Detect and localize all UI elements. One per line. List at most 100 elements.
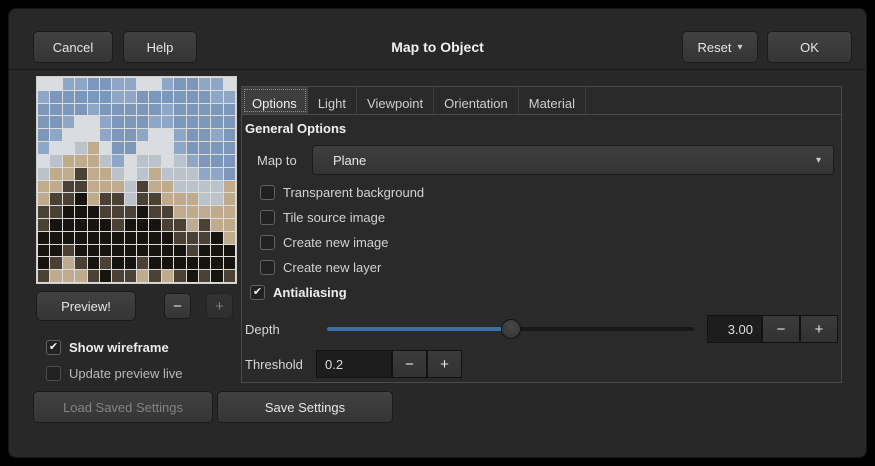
preview-cell <box>125 219 136 231</box>
preview-cell <box>112 104 123 116</box>
transparent-background-checkbox[interactable] <box>260 185 275 200</box>
show-wireframe-label: Show wireframe <box>69 340 169 355</box>
preview-button[interactable]: Preview! <box>36 291 136 321</box>
map-to-dropdown[interactable]: Plane ▾ <box>312 145 834 175</box>
preview-cell <box>38 116 49 128</box>
create-new-layer-checkbox[interactable] <box>260 260 275 275</box>
depth-slider-handle[interactable] <box>501 319 521 339</box>
preview-cell <box>162 245 173 257</box>
preview-cell <box>88 142 99 154</box>
threshold-increment-button[interactable]: + <box>427 350 462 378</box>
preview-cell <box>63 116 74 128</box>
depth-value-field[interactable]: 3.00 <box>707 315 762 343</box>
preview-cell <box>88 91 99 103</box>
transparent-background-row[interactable]: Transparent background <box>260 185 424 200</box>
tile-source-image-row[interactable]: Tile source image <box>260 210 385 225</box>
preview-cell <box>88 245 99 257</box>
preview-cell <box>149 193 160 205</box>
preview-cell <box>100 155 111 167</box>
preview-cell <box>211 155 222 167</box>
preview-cell <box>50 219 61 231</box>
reset-button-label: Reset <box>698 40 732 55</box>
zoom-in-button[interactable]: + <box>206 293 233 319</box>
preview-cell <box>112 181 123 193</box>
update-preview-live-row[interactable]: Update preview live <box>46 366 182 381</box>
show-wireframe-checkbox[interactable]: ✔ <box>46 340 61 355</box>
depth-increment-button[interactable]: + <box>800 315 838 343</box>
preview-cell <box>211 181 222 193</box>
create-new-image-checkbox[interactable] <box>260 235 275 250</box>
create-new-image-row[interactable]: Create new image <box>260 235 389 250</box>
preview-cell <box>211 142 222 154</box>
transparent-background-label: Transparent background <box>283 185 424 200</box>
preview-cell <box>211 116 222 128</box>
depth-decrement-button[interactable]: − <box>762 315 800 343</box>
show-wireframe-row[interactable]: ✔ Show wireframe <box>46 340 169 355</box>
preview-cell <box>174 219 185 231</box>
reset-button[interactable]: Reset ▾ <box>682 31 758 63</box>
create-new-layer-row[interactable]: Create new layer <box>260 260 381 275</box>
tile-source-image-checkbox[interactable] <box>260 210 275 225</box>
preview-cell <box>162 116 173 128</box>
preview-image[interactable] <box>36 76 237 284</box>
preview-cell <box>149 104 160 116</box>
preview-cell <box>100 219 111 231</box>
preview-cell <box>125 232 136 244</box>
preview-cell <box>75 91 86 103</box>
antialiasing-row[interactable]: ✔ Antialiasing <box>250 285 347 300</box>
preview-cell <box>224 270 235 282</box>
preview-cell <box>112 193 123 205</box>
threshold-value-field[interactable]: 0.2 <box>316 350 392 378</box>
dialog-header: Cancel Help Map to Object Reset ▾ OK <box>9 9 866 70</box>
preview-cell <box>162 168 173 180</box>
preview-cell <box>224 257 235 269</box>
preview-cell <box>75 104 86 116</box>
preview-cell <box>211 257 222 269</box>
preview-cell <box>50 155 61 167</box>
tab-orientation[interactable]: Orientation <box>434 87 519 114</box>
preview-cell <box>187 78 198 90</box>
plus-icon: + <box>440 356 449 373</box>
preview-cell <box>224 232 235 244</box>
preview-cell <box>224 104 235 116</box>
preview-cell <box>162 142 173 154</box>
update-preview-live-checkbox[interactable] <box>46 366 61 381</box>
load-saved-settings-button[interactable]: Load Saved Settings <box>33 391 213 423</box>
preview-button-label: Preview! <box>61 299 111 314</box>
threshold-decrement-button[interactable]: − <box>392 350 427 378</box>
preview-cell <box>50 257 61 269</box>
preview-cell <box>112 219 123 231</box>
antialiasing-checkbox[interactable]: ✔ <box>250 285 265 300</box>
preview-cell <box>149 116 160 128</box>
preview-cell <box>125 181 136 193</box>
preview-cell <box>88 206 99 218</box>
preview-cell <box>174 142 185 154</box>
preview-cell <box>149 270 160 282</box>
preview-cell <box>187 168 198 180</box>
tab-material[interactable]: Material <box>519 87 586 114</box>
depth-slider[interactable] <box>327 327 694 331</box>
preview-cell <box>224 155 235 167</box>
tab-options[interactable]: Options <box>242 87 308 114</box>
preview-cell <box>211 206 222 218</box>
tab-light[interactable]: Light <box>308 87 357 114</box>
preview-cell <box>149 78 160 90</box>
preview-cell <box>187 257 198 269</box>
zoom-out-button[interactable]: − <box>164 293 191 319</box>
preview-cell <box>125 116 136 128</box>
preview-cell <box>38 104 49 116</box>
preview-cell <box>224 78 235 90</box>
save-settings-button[interactable]: Save Settings <box>217 391 393 423</box>
tab-viewpoint[interactable]: Viewpoint <box>357 87 434 114</box>
chevron-down-icon: ▾ <box>737 42 742 53</box>
preview-cell <box>137 206 148 218</box>
preview-cell <box>199 142 210 154</box>
ok-button[interactable]: OK <box>767 31 852 63</box>
preview-cell <box>211 91 222 103</box>
preview-cell <box>63 232 74 244</box>
preview-cell <box>199 257 210 269</box>
preview-cell <box>211 193 222 205</box>
preview-cell <box>125 257 136 269</box>
preview-cell <box>100 257 111 269</box>
preview-cell <box>187 104 198 116</box>
